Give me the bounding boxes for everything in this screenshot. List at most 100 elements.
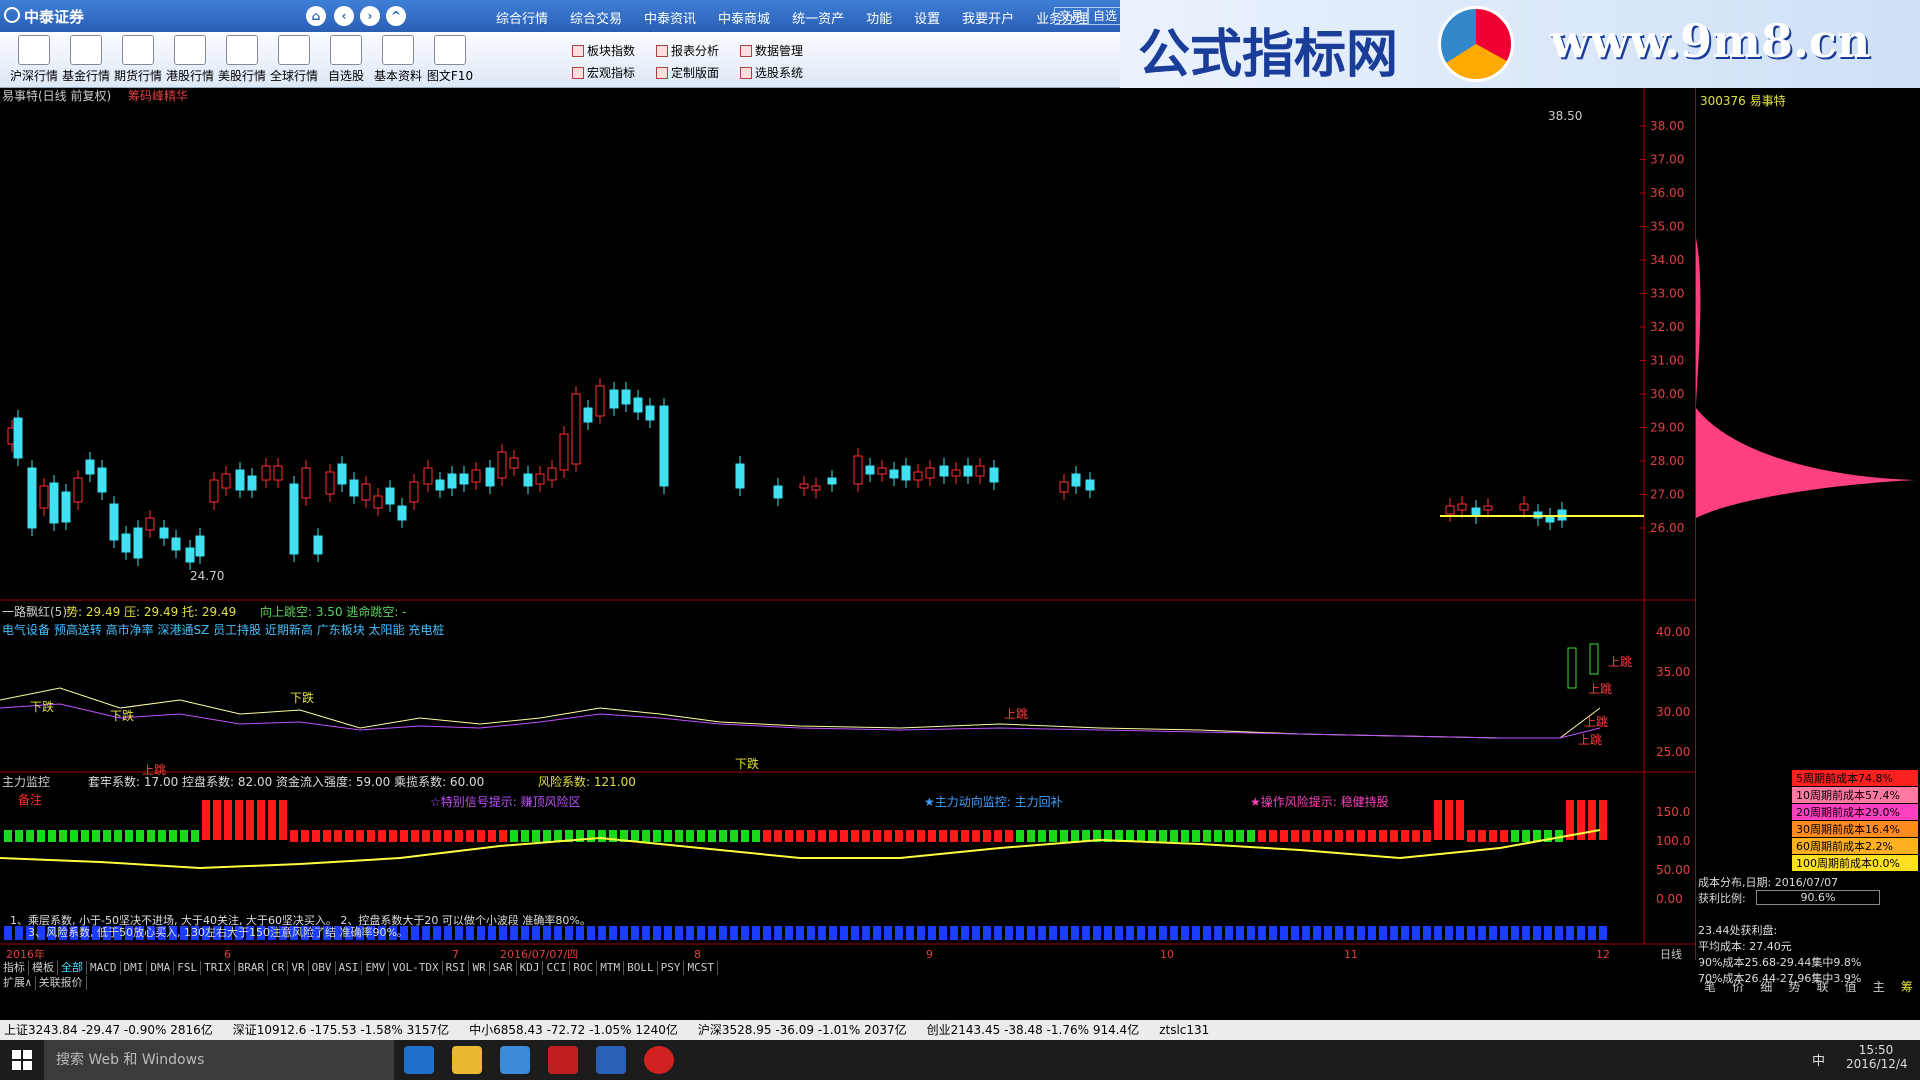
small-tool-1[interactable]: 宏观指标: [572, 64, 635, 81]
indicator-tab-18[interactable]: KDJ: [517, 961, 544, 975]
index-quote-4[interactable]: 创业2143.45 -38.48 -1.76% 914.4亿: [927, 1023, 1140, 1037]
indicator-tab-6[interactable]: FSL: [174, 961, 202, 975]
menu-item-4[interactable]: 统一资产: [792, 8, 844, 27]
indicator-tab-14[interactable]: VOL-TDX: [389, 961, 443, 975]
ime-indicator[interactable]: 中: [1812, 1050, 1825, 1069]
right-tab-5[interactable]: 值: [1845, 978, 1857, 995]
toolbar-button-2[interactable]: 期货行情: [108, 35, 168, 84]
bottom-bar: [521, 830, 529, 842]
small-tool-0[interactable]: 板块指数: [572, 42, 635, 59]
indicator-tab-20[interactable]: ROC: [570, 961, 598, 975]
small-tool-4[interactable]: 数据管理: [740, 42, 803, 59]
small-tool-5[interactable]: 选股系统: [740, 64, 803, 81]
indicator-tab-7[interactable]: TRIX: [201, 961, 235, 975]
ad-banner[interactable]: 公式指标网 www.9m8.cn: [1120, 0, 1920, 88]
small-tool-3[interactable]: 定制版面: [656, 64, 719, 81]
indicator-tab-16[interactable]: WR: [469, 961, 490, 975]
index-quote-5[interactable]: ztslc131: [1159, 1023, 1209, 1037]
app-bird-icon[interactable]: [500, 1046, 530, 1074]
watchlist-button[interactable]: 自选: [1088, 7, 1123, 25]
zhongtai-app-icon[interactable]: [548, 1046, 578, 1074]
toolbar-button-6[interactable]: 自选股: [316, 35, 376, 84]
right-tab-7[interactable]: 筹: [1901, 978, 1913, 995]
index-quote-2[interactable]: 中小6858.43 -72.72 -1.05% 1240亿: [469, 1023, 678, 1037]
indicator-tab-23[interactable]: PSY: [658, 961, 685, 975]
indicator-tab-4[interactable]: DMI: [121, 961, 148, 975]
candle: [633, 397, 643, 413]
indicator-tab-21[interactable]: MTM: [597, 961, 625, 975]
right-tab-6[interactable]: 主: [1873, 978, 1885, 995]
up-icon[interactable]: ^: [386, 6, 406, 26]
chart-canvas[interactable]: 38.00 37.00 36.00 35.00 34.00 33.00 32.00 31.00…: [0, 88, 1695, 968]
small-tool-icon: [656, 67, 668, 79]
indicator-tab-1[interactable]: 模板: [29, 961, 58, 975]
bottom-bar: [774, 830, 782, 842]
index-quote-0[interactable]: 上证3243.84 -29.47 -0.90% 2816亿: [4, 1023, 213, 1037]
bottom-blue-bar: [4, 926, 12, 940]
windows-start-icon[interactable]: [12, 1050, 32, 1070]
indicator-tab-12[interactable]: ASI: [336, 961, 363, 975]
indicator-tab-13[interactable]: EMV: [362, 961, 390, 975]
bottom-bar: [1137, 830, 1145, 842]
toolbar-button-4[interactable]: 美股行情: [212, 35, 272, 84]
taskbar-search[interactable]: 搜索 Web 和 Windows: [44, 1040, 394, 1080]
menu-item-6[interactable]: 设置: [914, 8, 940, 27]
indicator-tab-22[interactable]: BOLL: [624, 961, 658, 975]
menu-item-7[interactable]: 我要开户: [962, 8, 1014, 27]
menu-item-3[interactable]: 中泰商城: [718, 8, 770, 27]
bottom-blue-bar: [818, 926, 826, 940]
indicator-tab-15[interactable]: RSI: [443, 961, 470, 975]
bottom-blue-bar: [796, 926, 804, 940]
indicator-tab-11[interactable]: OBV: [309, 961, 336, 975]
home-icon[interactable]: ⌂: [306, 6, 326, 26]
right-tab-3[interactable]: 势: [1788, 978, 1800, 995]
bottom-bar: [840, 830, 848, 842]
toolbar-button-8[interactable]: 图文F10: [420, 35, 480, 84]
extra-tab-1[interactable]: 关联报价: [36, 976, 87, 990]
file-explorer-icon[interactable]: [452, 1046, 482, 1074]
bottom-bar: [510, 830, 518, 842]
indicator-tab-10[interactable]: VR: [288, 961, 309, 975]
menu-item-2[interactable]: 中泰资讯: [644, 8, 696, 27]
forward-icon[interactable]: ›: [360, 6, 380, 26]
candle: [645, 405, 655, 421]
chart-area[interactable]: 38.00 37.00 36.00 35.00 34.00 33.00 32.00 31.00…: [0, 88, 1920, 968]
trade-button[interactable]: 交易: [1054, 7, 1089, 25]
indicator-tab-5[interactable]: DMA: [147, 961, 175, 975]
extra-tab-0[interactable]: 扩展∧: [0, 976, 36, 990]
index-quote-1[interactable]: 深证10912.6 -175.53 -1.58% 3157亿: [233, 1023, 449, 1037]
right-tab-0[interactable]: 笔: [1704, 978, 1716, 995]
menu-item-5[interactable]: 功能: [866, 8, 892, 27]
cost-row-4: 60周期前成本2.2%: [1792, 838, 1918, 854]
indicator-tab-17[interactable]: SAR: [490, 961, 517, 975]
toolbar-button-7[interactable]: 基本资料: [368, 35, 428, 84]
indicator-tab-3[interactable]: MACD: [87, 961, 121, 975]
menu-item-0[interactable]: 综合行情: [496, 8, 548, 27]
price-label: 37.00: [1650, 153, 1684, 167]
menu-item-1[interactable]: 综合交易: [570, 8, 622, 27]
indicator-tab-19[interactable]: CCI: [543, 961, 571, 975]
clock[interactable]: 15:50 2016/12/4: [1846, 1043, 1908, 1071]
right-tab-4[interactable]: 联: [1817, 978, 1829, 995]
back-icon[interactable]: ‹: [334, 6, 354, 26]
index-quote-3[interactable]: 沪深3528.95 -36.09 -1.01% 2037亿: [698, 1023, 907, 1037]
bottom-bar: [1258, 830, 1266, 842]
toolbar-button-5[interactable]: 全球行情: [264, 35, 324, 84]
indicator-tab-24[interactable]: MCST: [684, 961, 718, 975]
indicator-tab-0[interactable]: 指标: [0, 961, 29, 975]
bottom-blue-bar: [598, 926, 606, 940]
indicator-tab-9[interactable]: CR: [268, 961, 289, 975]
bottom-bar: [103, 830, 111, 842]
indicator-tab-2[interactable]: 全部: [58, 961, 87, 975]
app-chart-icon[interactable]: [596, 1046, 626, 1074]
app-red-icon[interactable]: [644, 1046, 674, 1074]
small-tool-2[interactable]: 报表分析: [656, 42, 719, 59]
toolbar-button-0[interactable]: 沪深行情: [4, 35, 64, 84]
right-tab-1[interactable]: 价: [1732, 978, 1744, 995]
indicator-tab-8[interactable]: BRAR: [235, 961, 269, 975]
right-tab-2[interactable]: 细: [1760, 978, 1772, 995]
bottom-blue-bar: [895, 926, 903, 940]
toolbar-button-1[interactable]: 基金行情: [56, 35, 116, 84]
edge-icon[interactable]: [404, 1046, 434, 1074]
toolbar-button-3[interactable]: 港股行情: [160, 35, 220, 84]
